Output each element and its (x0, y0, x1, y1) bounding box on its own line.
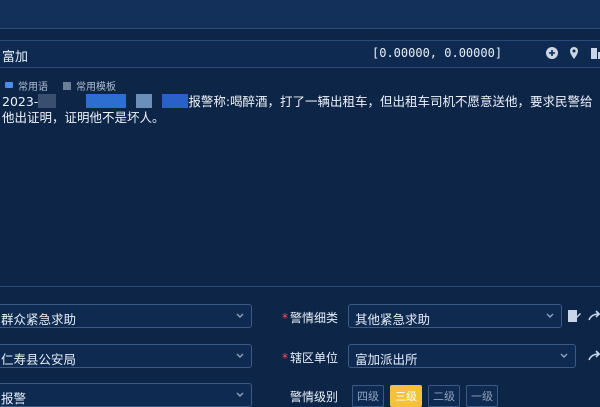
level-option-1[interactable]: 一级 (466, 385, 498, 407)
subcategory-label: * 警情细类 (282, 311, 339, 325)
location-pin-icon[interactable] (567, 46, 581, 60)
district-select[interactable]: 富加派出所 (348, 344, 576, 368)
redacted-block (136, 94, 153, 108)
template-icon (63, 81, 71, 90)
document-edit-icon[interactable] (566, 308, 582, 324)
coordinates-readout: [0.00000, 0.00000] (372, 46, 503, 60)
chat-icon (5, 81, 13, 88)
address-text[interactable]: 富加 (2, 46, 28, 65)
building-icon[interactable] (589, 46, 600, 60)
level-selector: 四级 三级 二级 一级 (352, 385, 498, 407)
redacted-block (162, 94, 189, 108)
incident-description-text: 2023- 报警称:喝醉酒，打了一辆出租车，但出租车司机不愿意送他，要求民警给他出… (2, 94, 593, 125)
chevron-down-icon (236, 313, 244, 318)
source-select[interactable]: 报警 (0, 383, 252, 407)
level-option-3[interactable]: 三级 (390, 385, 422, 407)
chevron-down-icon (560, 353, 568, 358)
add-circle-icon[interactable] (545, 46, 559, 60)
subcategory-select[interactable]: 其他紧急求助 (348, 304, 562, 328)
district-label: * 辖区单位 (282, 351, 339, 365)
common-templates-tab[interactable]: 常用模板 (62, 78, 116, 93)
level-option-4[interactable]: 四级 (352, 385, 384, 407)
level-label: 警情级别 (290, 390, 339, 404)
incident-description-area[interactable]: 常用语 常用模板 2023- 报警称:喝醉酒，打了一辆出租车，但出租车司机不愿意送… (0, 72, 600, 287)
chevron-down-icon (236, 353, 244, 358)
redacted-block (38, 94, 57, 108)
share-icon[interactable] (586, 308, 600, 324)
bureau-select[interactable]: 仁寿县公安局 (0, 344, 252, 368)
address-row: 富加 [0.00000, 0.00000] (0, 40, 600, 68)
common-phrases-tab[interactable]: 常用语 (4, 78, 48, 93)
top-strip (0, 0, 600, 29)
level-option-2[interactable]: 二级 (428, 385, 460, 407)
share-icon[interactable] (586, 348, 600, 364)
category-select[interactable]: 群众紧急求助 (0, 304, 252, 328)
redacted-block (86, 94, 127, 108)
chevron-down-icon (236, 392, 244, 397)
chevron-down-icon (546, 313, 554, 318)
